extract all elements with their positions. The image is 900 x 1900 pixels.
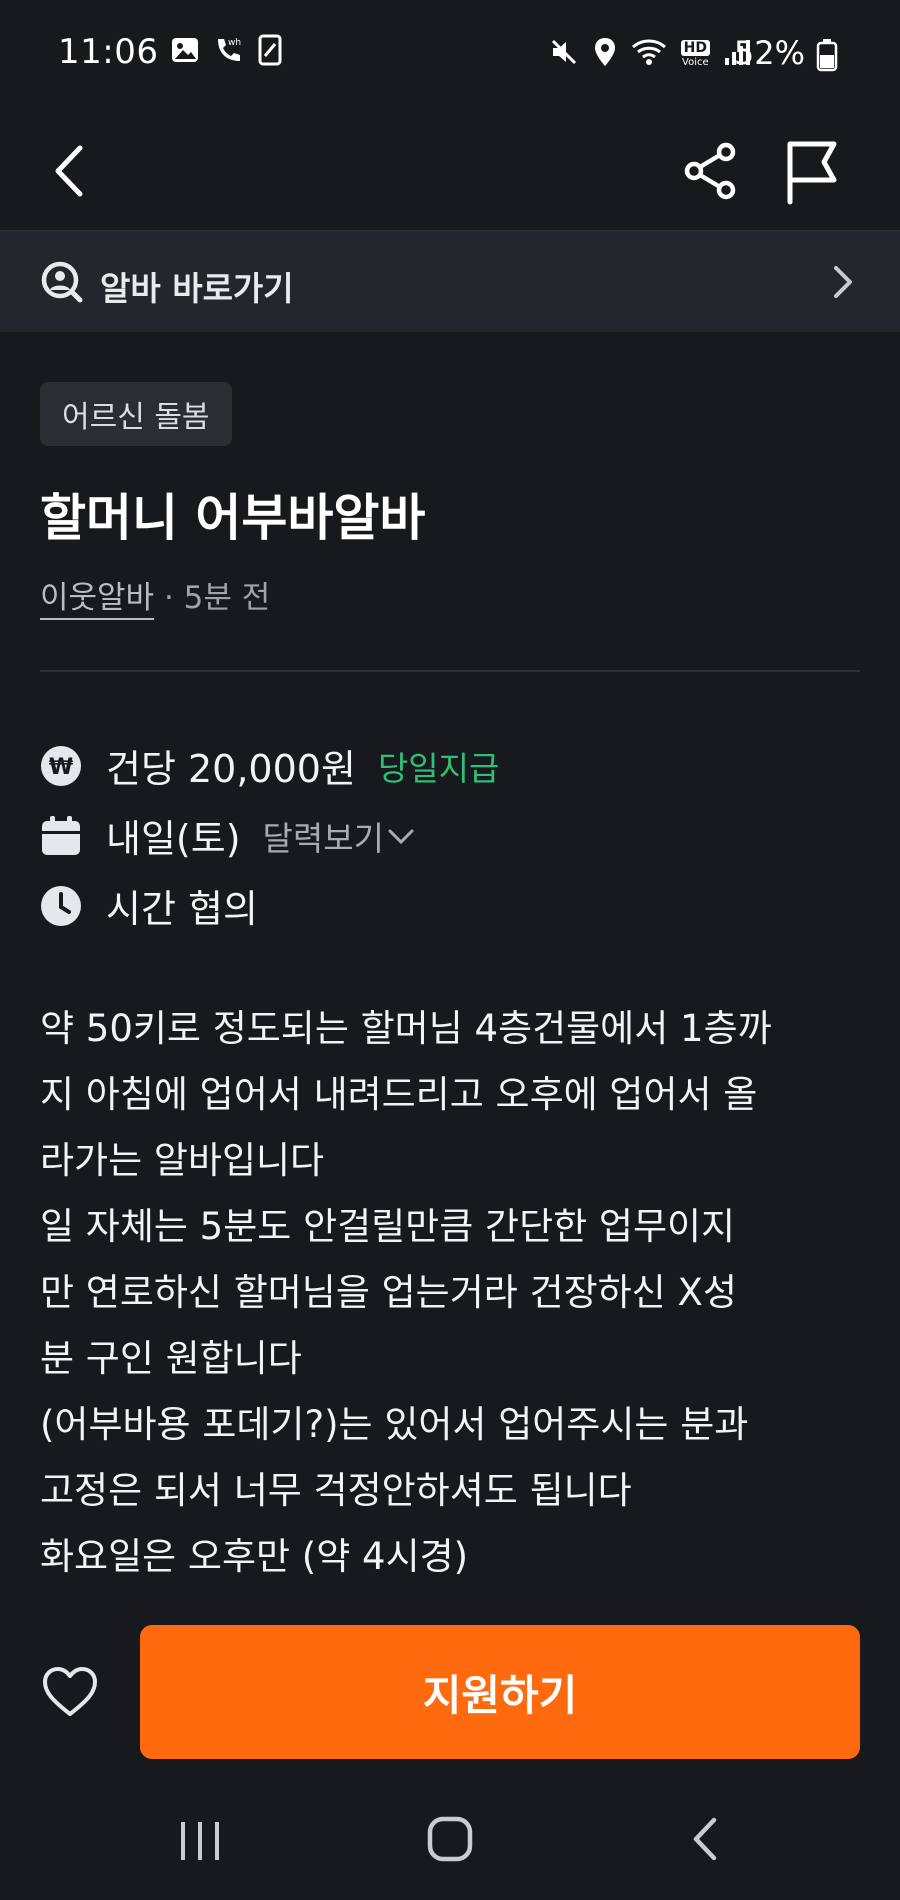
calendar-view-label: 달력보기 — [262, 818, 384, 858]
date-row: 내일(토) 달력보기 — [40, 808, 416, 863]
status-bar: 11:06 wh HD Voice 52% — [0, 0, 900, 110]
description-line: 지 아침에 업어서 내려드리고 오후에 업어서 올 — [40, 1073, 758, 1116]
pay-row: ₩ 건당 20,000원 당일지급 — [40, 738, 499, 793]
description-line: 라가는 알바입니다 — [40, 1139, 325, 1182]
status-time: 11:06 — [58, 32, 159, 72]
back-arrow-icon — [55, 145, 83, 197]
work-time: 시간 협의 — [106, 887, 258, 931]
work-date: 내일(토) — [106, 817, 241, 861]
app-bar — [0, 110, 900, 232]
chevron-right-icon — [828, 262, 858, 306]
hd-voice-icon: HD Voice — [680, 40, 710, 68]
post-title: 할머니 어부바알바 — [40, 489, 426, 547]
calendar-view-link[interactable]: 달력보기 — [263, 812, 416, 860]
divider — [40, 670, 860, 672]
calendar-icon — [40, 815, 82, 857]
wifi-calling-icon: wh — [212, 33, 246, 71]
report-flag-icon — [787, 141, 837, 205]
post-time: 5분 전 — [183, 580, 271, 616]
description-line: 고정은 되서 너무 걱정안하셔도 됩니다 — [40, 1469, 632, 1512]
apply-button[interactable]: 지원하기 — [140, 1625, 860, 1759]
share-icon — [684, 142, 736, 200]
share-button[interactable] — [678, 134, 744, 208]
home-icon[interactable] — [426, 1814, 474, 1868]
description-line: 일 자체는 5분도 안걸릴만큼 간단한 업무이지 — [40, 1205, 736, 1248]
back-button[interactable] — [42, 134, 102, 208]
like-button[interactable] — [40, 1662, 100, 1722]
description-line: 화요일은 오후만 (약 4시경) — [40, 1535, 469, 1578]
category-tag: 어르신 돌봄 — [40, 382, 232, 446]
phone-device-icon — [258, 34, 282, 70]
location-icon — [593, 36, 617, 72]
chevron-down-icon — [388, 829, 414, 844]
description-line: 분 구인 원합니다 — [40, 1337, 302, 1380]
description-line: 만 연로하신 할머님을 업는거라 건장하신 X성 — [40, 1271, 737, 1314]
meta-separator: · — [154, 580, 184, 616]
won-symbol: ₩ — [49, 755, 73, 780]
gallery-icon — [170, 35, 200, 69]
description-line: (어부바용 포데기?)는 있어서 업어주시는 분과 — [40, 1403, 749, 1446]
voice-label: Voice — [682, 57, 709, 68]
same-day-pay-badge: 당일지급 — [377, 748, 500, 788]
time-row: 시간 협의 — [40, 878, 258, 933]
post-meta: 이웃알바 · 5분 전 — [40, 572, 270, 617]
nav-back-icon[interactable] — [688, 1814, 722, 1868]
description-line: 약 50키로 정도되는 할머님 4층건물에서 1층까 — [40, 1007, 772, 1050]
pay-amount: 건당 20,000원 — [106, 747, 356, 791]
post-description: 약 50키로 정도되는 할머님 4층건물에서 1층까 지 아침에 업어서 내려드… — [40, 996, 870, 1590]
wifi-icon — [631, 37, 667, 71]
person-search-icon — [40, 260, 84, 308]
recents-icon[interactable] — [178, 1818, 222, 1868]
mute-icon — [549, 37, 579, 71]
clock-icon — [40, 885, 82, 927]
won-icon: ₩ — [40, 745, 82, 787]
system-nav-bar — [0, 1790, 900, 1900]
category-tag-label: 어르신 돌봄 — [62, 400, 210, 435]
shortcut-label: 알바 바로가기 — [100, 269, 294, 308]
author-link[interactable]: 이웃알바 — [40, 580, 154, 616]
status-right: HD Voice — [549, 36, 752, 72]
battery-icon — [816, 38, 838, 76]
hd-label: HD — [680, 40, 710, 56]
status-left: 11:06 wh — [58, 32, 282, 72]
svg-text:wh: wh — [228, 38, 241, 48]
report-button[interactable] — [780, 132, 846, 210]
heart-icon — [43, 1667, 97, 1716]
job-shortcut-banner[interactable]: 알바 바로가기 — [0, 232, 900, 332]
battery-percent: 52% — [733, 34, 805, 72]
